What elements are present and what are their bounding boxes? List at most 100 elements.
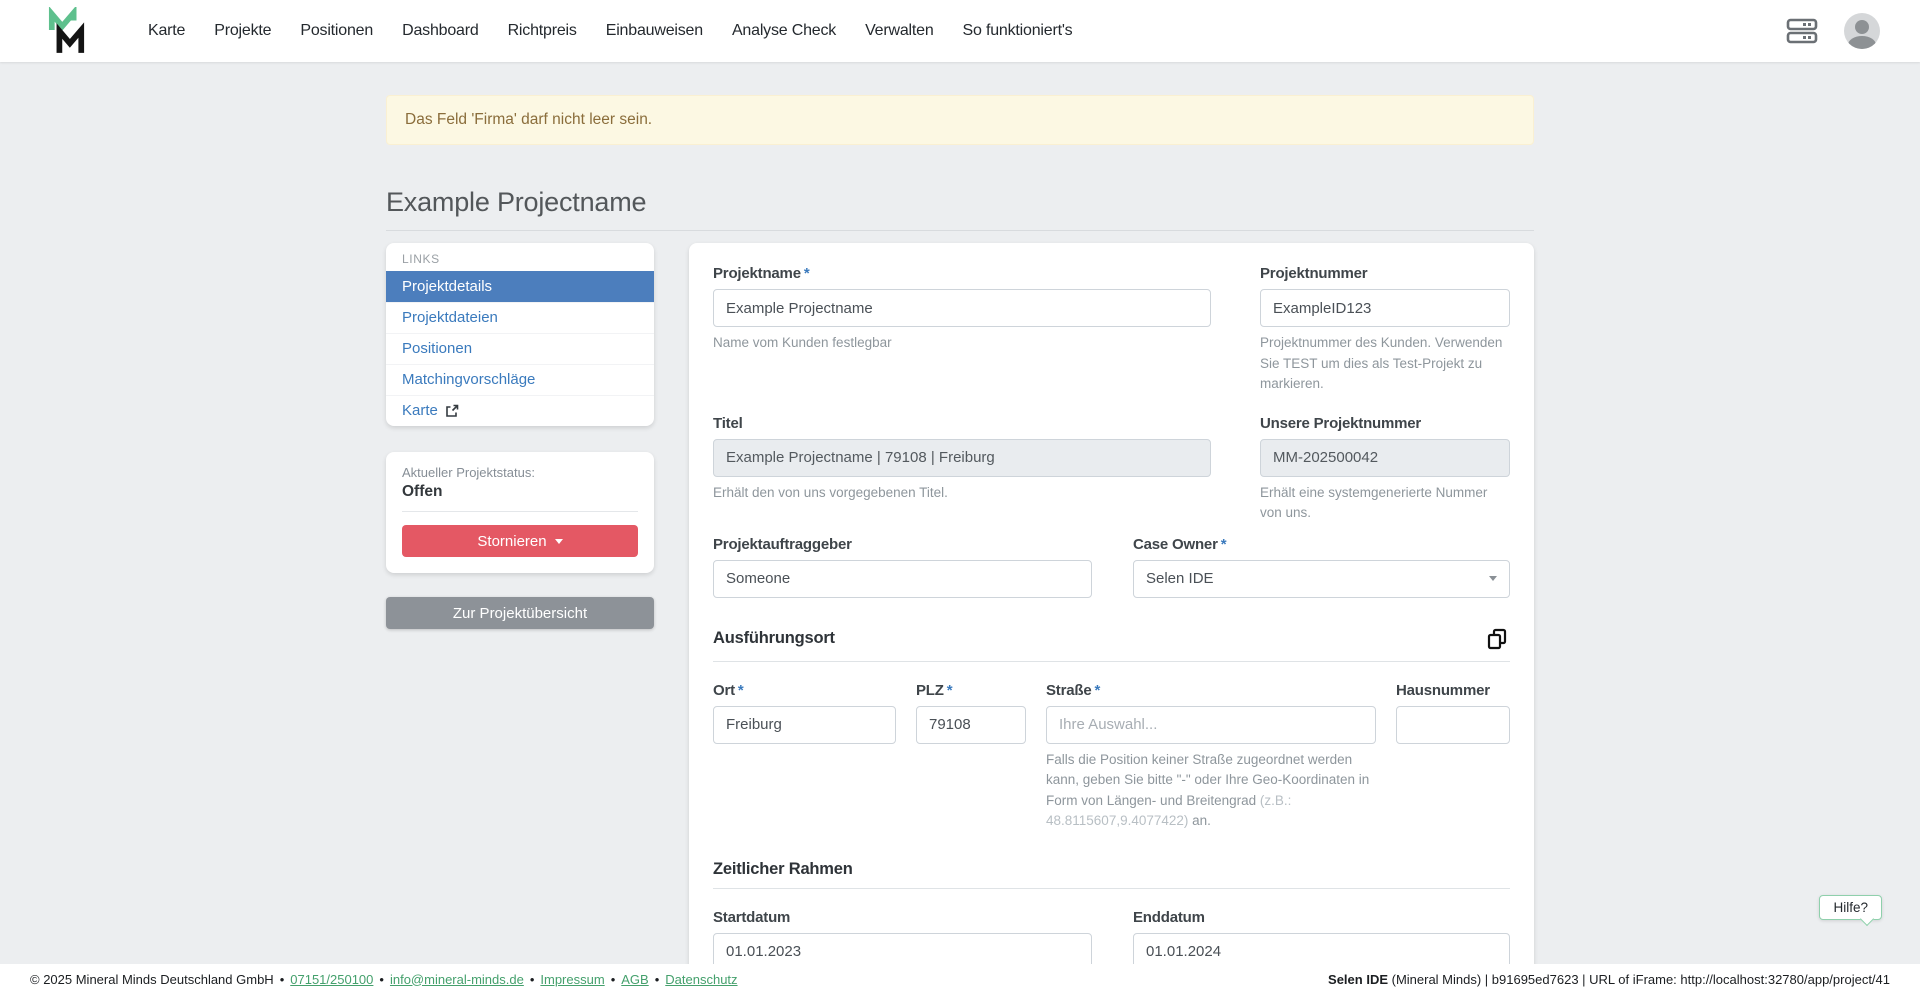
nav-item-analyse-check[interactable]: Analyse Check	[732, 22, 836, 40]
field-unsere-projektnummer: Unsere Projektnummer Erhält eine systemg…	[1260, 415, 1510, 524]
form-row-name-number: Projektname* Name vom Kunden festlegbar …	[713, 265, 1510, 395]
sidebar-item-projektdetails[interactable]: Projektdetails	[386, 271, 654, 302]
mineral-minds-logo-icon[interactable]	[48, 7, 86, 55]
nav-item-karte[interactable]: Karte	[148, 22, 185, 40]
sidebar-item-label: Projektdetails	[402, 277, 492, 297]
sidebar: LINKS Projektdetails Projektdateien Posi…	[386, 243, 654, 629]
sidebar-item-label: Projektdateien	[402, 308, 498, 328]
sidebar-item-karte[interactable]: Karte	[386, 395, 654, 426]
required-marker: *	[1221, 536, 1227, 553]
projektname-label: Projektname*	[713, 265, 1211, 282]
footer-link-datenschutz[interactable]: Datenschutz	[665, 972, 737, 987]
nav-item-dashboard[interactable]: Dashboard	[402, 22, 478, 40]
cancel-project-button[interactable]: Stornieren	[402, 525, 638, 557]
links-card: LINKS Projektdetails Projektdateien Posi…	[386, 243, 654, 426]
navbar-right	[1786, 13, 1880, 49]
footer-link-email[interactable]: info@mineral-minds.de	[390, 972, 524, 987]
form-row-dates: Startdatum Enddatum	[713, 909, 1510, 971]
projektnummer-label: Projektnummer	[1260, 265, 1510, 282]
unsere-projektnummer-label: Unsere Projektnummer	[1260, 415, 1510, 432]
status-label: Aktueller Projektstatus:	[402, 465, 638, 480]
titel-help: Erhält den von uns vorgegebenen Titel.	[713, 483, 1211, 504]
status-value: Offen	[402, 483, 638, 501]
hausnummer-input[interactable]	[1396, 706, 1510, 744]
footer-left: © 2025 Mineral Minds Deutschland GmbH • …	[30, 972, 738, 987]
required-marker: *	[804, 265, 810, 282]
footer-link-phone[interactable]: 07151/250100	[290, 972, 373, 987]
links-card-header: LINKS	[386, 243, 654, 271]
footer-link-impressum[interactable]: Impressum	[540, 972, 604, 987]
user-avatar[interactable]	[1844, 13, 1880, 49]
form-row-auftraggeber-owner: Projektauftraggeber Case Owner* Selen ID…	[713, 536, 1510, 598]
status-divider	[402, 511, 638, 512]
case-owner-selected-value: Selen IDE	[1146, 570, 1214, 587]
footer-copyright: © 2025 Mineral Minds Deutschland GmbH	[30, 972, 274, 987]
case-owner-select[interactable]: Selen IDE	[1133, 560, 1510, 598]
projektname-help: Name vom Kunden festlegbar	[713, 333, 1211, 354]
two-column-layout: LINKS Projektdetails Projektdateien Posi…	[386, 243, 1534, 991]
external-link-icon	[445, 404, 459, 418]
projektauftraggeber-input[interactable]	[713, 560, 1092, 598]
plz-label: PLZ*	[916, 682, 1026, 699]
nav-item-verwalten[interactable]: Verwalten	[865, 22, 933, 40]
section-ausfuehrungsort-title: Ausführungsort	[713, 629, 835, 648]
unsere-projektnummer-help: Erhält eine systemgenerierte Nummer von …	[1260, 483, 1510, 524]
section-ausfuehrungsort: Ausführungsort	[713, 626, 1510, 662]
plz-input[interactable]	[916, 706, 1026, 744]
hausnummer-label: Hausnummer	[1396, 682, 1510, 699]
sidebar-item-positionen[interactable]: Positionen	[386, 333, 654, 364]
strasse-input[interactable]	[1046, 706, 1376, 744]
top-navbar: Karte Projekte Positionen Dashboard Rich…	[0, 0, 1920, 62]
sidebar-item-matchingvorschlaege[interactable]: Matchingvorschläge	[386, 364, 654, 395]
footer: © 2025 Mineral Minds Deutschland GmbH • …	[0, 964, 1920, 994]
projektnummer-help: Projektnummer des Kunden. Verwenden Sie …	[1260, 333, 1510, 395]
field-enddatum: Enddatum	[1133, 909, 1510, 971]
form-row-titel: Titel Erhält den von uns vorgegebenen Ti…	[713, 415, 1510, 524]
footer-separator: •	[655, 972, 660, 987]
field-plz: PLZ*	[916, 682, 1026, 832]
field-titel: Titel Erhält den von uns vorgegebenen Ti…	[713, 415, 1211, 524]
required-marker: *	[1095, 682, 1101, 699]
field-ort: Ort*	[713, 682, 896, 832]
case-owner-label: Case Owner*	[1133, 536, 1510, 553]
required-marker: *	[947, 682, 953, 699]
cancel-project-button-label: Stornieren	[477, 533, 546, 550]
footer-session-info: Selen IDE (Mineral Minds) | b91695ed7623…	[1328, 972, 1890, 987]
nav-item-so-funktionierts[interactable]: So funktioniert's	[963, 22, 1073, 40]
field-projektnummer: Projektnummer Projektnummer des Kunden. …	[1260, 265, 1510, 395]
help-button-label: Hilfe?	[1833, 900, 1868, 915]
nav-item-positionen[interactable]: Positionen	[300, 22, 373, 40]
field-strasse: Straße* Falls die Position keiner Straße…	[1046, 682, 1376, 832]
section-zeitlicher-rahmen: Zeitlicher Rahmen	[713, 860, 1510, 889]
startdatum-label: Startdatum	[713, 909, 1092, 926]
sidebar-item-projektdateien[interactable]: Projektdateien	[386, 302, 654, 333]
footer-link-agb[interactable]: AGB	[621, 972, 648, 987]
nav-item-projekte[interactable]: Projekte	[214, 22, 271, 40]
strasse-help: Falls die Position keiner Straße zugeord…	[1046, 750, 1376, 832]
avatar-body-icon	[1848, 36, 1876, 49]
footer-separator: •	[379, 972, 384, 987]
server-icon[interactable]	[1786, 17, 1818, 45]
ort-input[interactable]	[713, 706, 896, 744]
sidebar-item-label: Positionen	[402, 339, 472, 359]
warning-alert-message: Das Feld 'Firma' darf nicht leer sein.	[405, 111, 652, 129]
field-projektauftraggeber: Projektauftraggeber	[713, 536, 1092, 598]
form-row-address: Ort* PLZ* Straße* Falls die P	[713, 682, 1510, 832]
footer-session-user: Selen IDE	[1328, 972, 1388, 987]
nav-item-richtpreis[interactable]: Richtpreis	[508, 22, 577, 40]
sidebar-item-label: Karte	[402, 401, 438, 421]
projektauftraggeber-label: Projektauftraggeber	[713, 536, 1092, 553]
projektname-input[interactable]	[713, 289, 1211, 327]
nav-item-einbauweisen[interactable]: Einbauweisen	[606, 22, 703, 40]
title-divider	[386, 230, 1534, 231]
help-button[interactable]: Hilfe?	[1819, 895, 1882, 920]
field-projektname: Projektname* Name vom Kunden festlegbar	[713, 265, 1211, 395]
copy-address-button[interactable]	[1484, 626, 1510, 652]
warning-alert: Das Feld 'Firma' darf nicht leer sein.	[386, 95, 1534, 145]
strasse-label: Straße*	[1046, 682, 1376, 699]
field-hausnummer: Hausnummer	[1396, 682, 1510, 832]
projektnummer-input[interactable]	[1260, 289, 1510, 327]
sidebar-item-label: Matchingvorschläge	[402, 370, 535, 390]
footer-separator: •	[530, 972, 535, 987]
project-overview-button[interactable]: Zur Projektübersicht	[386, 597, 654, 629]
